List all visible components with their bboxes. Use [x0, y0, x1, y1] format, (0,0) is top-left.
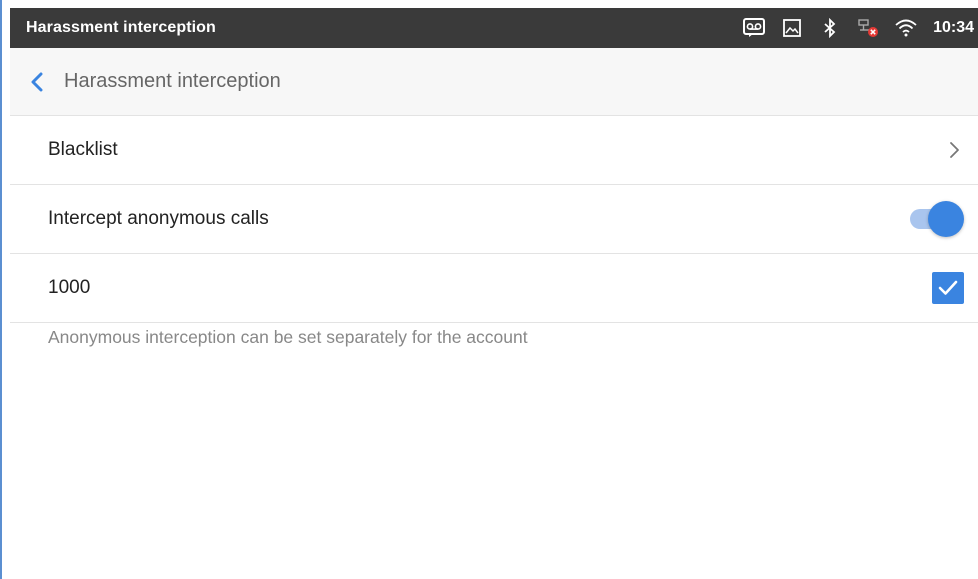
chevron-right-icon [946, 139, 964, 161]
account-label: 1000 [48, 277, 91, 298]
app-window: Harassment interception 10:34 Harassment… [0, 0, 978, 579]
intercept-anonymous-calls-item: Intercept anonymous calls [10, 185, 978, 254]
anonymous-interception-hint: Anonymous interception can be set separa… [48, 327, 528, 347]
page-header: Harassment interception [10, 48, 978, 116]
wifi-icon [895, 17, 917, 39]
account-checkbox[interactable] [932, 272, 964, 304]
intercept-anonymous-label: Intercept anonymous calls [48, 208, 269, 229]
status-icons: 10:34 [743, 17, 974, 39]
clock: 10:34 [933, 19, 974, 36]
blacklist-item[interactable]: Blacklist [10, 116, 978, 185]
blacklist-label: Blacklist [48, 139, 118, 160]
chevron-left-icon[interactable] [26, 71, 48, 93]
account-item: 1000 [10, 254, 978, 323]
voicemail-icon [743, 17, 766, 39]
status-bar: Harassment interception 10:34 [10, 8, 978, 48]
network-error-icon [857, 17, 879, 39]
toggle-knob [928, 201, 964, 237]
intercept-anonymous-toggle[interactable] [910, 199, 964, 239]
status-bar-title: Harassment interception [26, 19, 216, 36]
check-icon [938, 280, 958, 295]
image-icon [781, 17, 803, 39]
page-title: Harassment interception [64, 70, 281, 92]
bluetooth-icon [819, 17, 841, 39]
